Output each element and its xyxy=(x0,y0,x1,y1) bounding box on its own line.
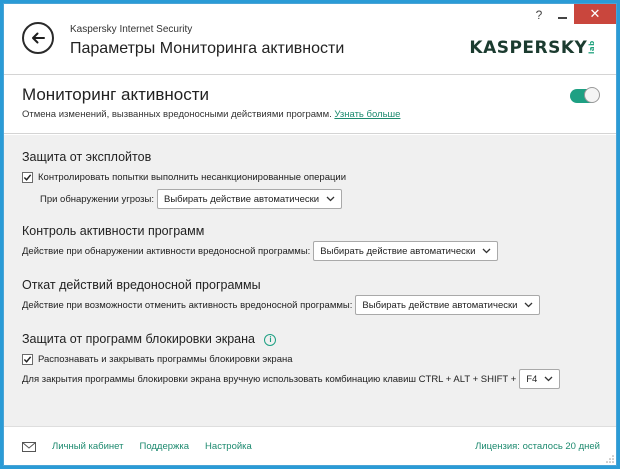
checkmark-icon xyxy=(23,356,32,363)
exploits-checkbox-row: Контролировать попытки выполнить несанкц… xyxy=(22,172,346,183)
screen-lockers-checkbox[interactable] xyxy=(22,354,33,365)
arrow-left-icon xyxy=(32,32,45,44)
shortcut-row: Для закрытия программы блокировки экрана… xyxy=(22,369,561,389)
support-link[interactable]: Поддержка xyxy=(139,441,189,452)
threat-action-select[interactable]: Выбирать действие автоматически xyxy=(156,189,343,209)
threat-action-value: Выбирать действие автоматически xyxy=(163,193,320,205)
section-rollback-title: Откат действий вредоносной программы xyxy=(22,278,261,292)
close-button[interactable]: ✕ xyxy=(574,4,616,24)
logo-text: KASPERSKY xyxy=(469,38,588,58)
logo-suffix: lab xyxy=(588,40,597,54)
section-program-control-title: Контроль активности программ xyxy=(22,224,205,238)
shortcut-label: Для закрытия программы блокировки экрана… xyxy=(22,373,517,385)
minimize-button[interactable] xyxy=(550,4,574,26)
footer-links: Личный кабинет Поддержка Настройка xyxy=(22,441,268,452)
exploits-checkbox-label: Контролировать попытки выполнить несанкц… xyxy=(38,172,347,183)
feature-toggle[interactable] xyxy=(570,87,600,103)
screen-lockers-checkbox-label: Распознавать и закрывать программы блоки… xyxy=(38,354,293,365)
screen-lockers-checkbox-row: Распознавать и закрывать программы блоки… xyxy=(22,354,293,365)
kaspersky-logo: KASPERSKY lab xyxy=(469,38,602,58)
rollback-select[interactable]: Выбирать действие автоматически xyxy=(355,295,541,315)
mail-icon[interactable] xyxy=(22,441,36,452)
description-text: Отмена изменений, вызванных вредоносными… xyxy=(22,109,332,120)
chevron-down-icon xyxy=(544,376,553,382)
screen-lockers-title-text: Защита от программ блокировки экрана xyxy=(22,332,255,346)
program-control-label: Действие при обнаружении активности вред… xyxy=(22,245,311,257)
feature-header: Мониторинг активности Отмена изменений, … xyxy=(4,74,616,134)
chevron-down-icon xyxy=(482,248,491,254)
program-control-select[interactable]: Выбирать действие автоматически xyxy=(313,241,499,261)
info-icon[interactable]: i xyxy=(264,333,277,346)
exploits-threat-row: При обнаружении угрозы: Выбирать действи… xyxy=(40,189,343,209)
rollback-row: Действие при возможности отменить активн… xyxy=(22,295,541,315)
section-screen-lockers-title: Защита от программ блокировки экрана i xyxy=(22,332,277,346)
resize-grip-icon[interactable] xyxy=(606,455,614,463)
title-bar: Kaspersky Internet Security Параметры Мо… xyxy=(4,4,616,74)
settings-link[interactable]: Настройка xyxy=(205,441,252,452)
checkmark-icon xyxy=(23,174,32,181)
learn-more-link[interactable]: Узнать больше xyxy=(334,109,400,120)
help-button[interactable]: ? xyxy=(528,4,550,26)
shortcut-key-select[interactable]: F4 xyxy=(519,369,561,389)
window-controls: ? ✕ xyxy=(528,4,616,26)
app-name: Kaspersky Internet Security xyxy=(70,24,193,35)
minimize-icon xyxy=(557,17,567,19)
settings-content: Защита от эксплойтов Контролировать попы… xyxy=(4,135,616,426)
my-account-link[interactable]: Личный кабинет xyxy=(52,441,123,452)
rollback-label: Действие при возможности отменить активн… xyxy=(22,299,353,311)
window-title: Параметры Мониторинга активности xyxy=(70,40,345,57)
settings-window: Kaspersky Internet Security Параметры Мо… xyxy=(3,3,617,466)
feature-description: Отмена изменений, вызванных вредоносными… xyxy=(22,109,400,120)
program-control-value: Выбирать действие автоматически xyxy=(320,245,476,257)
feature-title: Мониторинг активности xyxy=(22,85,210,104)
threat-action-label: При обнаружении угрозы: xyxy=(40,193,154,205)
exploits-checkbox[interactable] xyxy=(22,172,33,183)
rollback-value: Выбирать действие автоматически xyxy=(362,299,518,311)
chevron-down-icon xyxy=(524,302,533,308)
shortcut-key-value: F4 xyxy=(526,373,538,385)
program-control-row: Действие при обнаружении активности вред… xyxy=(22,241,499,261)
chevron-down-icon xyxy=(326,196,335,202)
back-button[interactable] xyxy=(22,22,54,54)
section-exploits-title: Защита от эксплойтов xyxy=(22,150,152,164)
footer: Личный кабинет Поддержка Настройка Лицен… xyxy=(4,426,616,465)
license-status-link[interactable]: Лицензия: осталось 20 дней xyxy=(475,441,600,452)
toggle-knob xyxy=(584,87,600,103)
